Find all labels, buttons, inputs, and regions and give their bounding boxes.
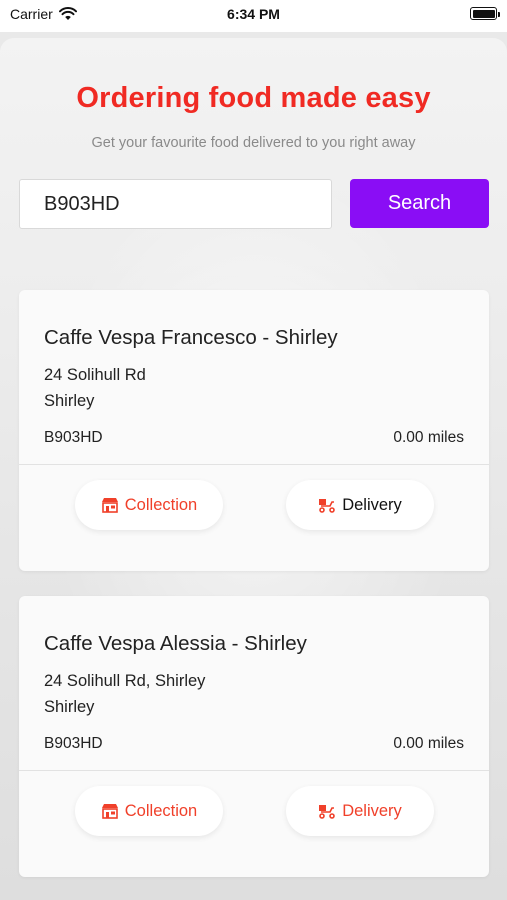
delivery-scooter-icon [319,805,335,819]
restaurant-distance: 0.00 miles [393,735,464,752]
collection-label: Collection [124,495,198,514]
page-subtitle: Get your favourite food delivered to you… [91,135,416,151]
restaurant-address-line1: 24 Solihull Rd [44,366,146,384]
restaurant-card[interactable]: Caffe Vespa Francesco - Shirley 24 Solih… [19,290,489,571]
restaurant-name: Caffe Vespa Alessia - Shirley [44,632,307,655]
shop-icon [101,804,118,819]
restaurant-distance: 0.00 miles [393,429,464,446]
restaurant-card[interactable]: Caffe Vespa Alessia - Shirley 24 Solihul… [19,596,489,877]
restaurant-name: Caffe Vespa Francesco - Shirley [44,326,338,349]
card-divider [19,770,489,771]
restaurant-postcode: B903HD [44,429,103,446]
search-button[interactable]: Search [350,179,489,228]
main-panel: Ordering food made easy Get your favouri… [0,38,507,900]
page-title: Ordering food made easy [76,82,431,114]
collection-button[interactable]: Collection [75,786,223,836]
delivery-label: Delivery [342,495,402,514]
card-divider [19,464,489,465]
collection-label: Collection [124,801,198,820]
restaurant-postcode: B903HD [44,735,103,752]
shop-icon [101,498,118,513]
restaurant-address-line2: Shirley [44,392,95,410]
restaurant-address-line1: 24 Solihull Rd, Shirley [44,672,206,690]
restaurant-address-line2: Shirley [44,698,95,716]
delivery-button[interactable]: Delivery [286,786,434,836]
battery-icon [470,7,500,20]
status-bar: Carrier 6:34 PM [0,0,507,32]
collection-button[interactable]: Collection [75,480,223,530]
delivery-scooter-icon [319,499,335,513]
delivery-button[interactable]: Delivery [286,480,434,530]
status-time: 6:34 PM [227,6,280,22]
delivery-label: Delivery [342,801,402,820]
postcode-search-input[interactable] [19,179,332,229]
